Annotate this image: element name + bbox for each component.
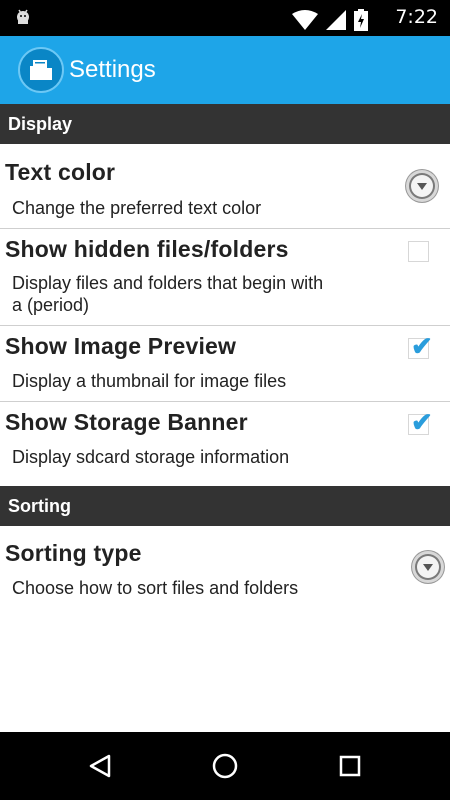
pref-summary: Display files and folders that begin wit… [12,273,324,315]
pref-title: Show Storage Banner [5,409,248,435]
pref-title: Show Image Preview [5,333,237,359]
pref-summary: Change the preferred text color [12,198,262,218]
app-icon[interactable] [18,47,64,93]
pref-title: Text color [5,159,116,185]
pref-storage-banner[interactable]: Show Storage Banner Display sdcard stora… [0,402,450,486]
dropdown-arrow-icon[interactable] [412,551,444,583]
pref-title: Sorting type [5,540,142,566]
signal-icon [326,10,346,30]
page-title: Settings [69,56,156,83]
home-icon[interactable] [211,752,239,780]
checkbox-image-preview[interactable]: ✔ [408,331,433,361]
back-icon[interactable] [88,754,112,778]
pref-sorting-type[interactable]: Sorting type Choose how to sort files an… [0,526,450,610]
pref-summary: Choose how to sort files and folders [12,578,299,598]
recents-icon[interactable] [339,755,361,777]
pref-summary: Display sdcard storage information [12,447,290,467]
dropdown-arrow-icon[interactable] [406,170,438,202]
pref-summary: Display a thumbnail for image files [12,371,287,391]
pref-hidden-files[interactable]: Show hidden files/folders Display files … [0,229,450,326]
checkbox-hidden-files[interactable] [408,241,429,262]
pref-image-preview[interactable]: Show Image Preview Display a thumbnail f… [0,326,450,402]
app-bar [0,36,450,104]
checkbox-storage-banner[interactable]: ✔ [408,407,433,437]
folder-icon [30,60,52,80]
pref-title: Show hidden files/folders [5,236,289,262]
checkmark-icon: ✔ [411,407,433,437]
navigation-bar [0,732,450,800]
android-debug-icon [17,9,29,24]
status-bar: 7:22 [0,0,450,36]
battery-charging-icon [354,9,368,31]
pref-text-color[interactable]: Text color Change the preferred text col… [0,144,450,229]
wifi-icon [292,10,318,30]
section-header-sorting: Sorting [0,486,450,526]
section-header-display: Display [0,104,450,144]
checkmark-icon: ✔ [411,331,433,361]
status-time: 7:22 [395,6,438,28]
